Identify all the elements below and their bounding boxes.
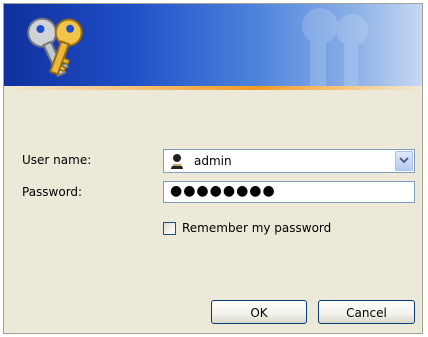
banner-accent-stripe	[4, 86, 422, 90]
username-value: admin	[194, 154, 232, 168]
ok-button[interactable]: OK	[211, 300, 307, 324]
user-icon	[169, 153, 185, 169]
chevron-down-icon	[399, 157, 409, 164]
keys-watermark-icon	[302, 8, 368, 86]
cancel-button[interactable]: Cancel	[318, 300, 415, 324]
password-mask: ●●●●●●●●	[170, 183, 276, 199]
username-combobox[interactable]: admin	[163, 149, 415, 173]
username-dropdown-button[interactable]	[395, 151, 413, 171]
username-label: User name:	[22, 153, 92, 167]
dialog-banner	[4, 4, 422, 86]
password-field[interactable]: ●●●●●●●●	[163, 181, 415, 203]
password-label: Password:	[22, 185, 83, 199]
keys-icon	[27, 17, 83, 78]
remember-password-label[interactable]: Remember my password	[182, 221, 331, 235]
remember-password-checkbox[interactable]	[163, 222, 176, 235]
login-dialog: User name: admin Password: ●●●●●●●● Reme…	[3, 3, 423, 334]
